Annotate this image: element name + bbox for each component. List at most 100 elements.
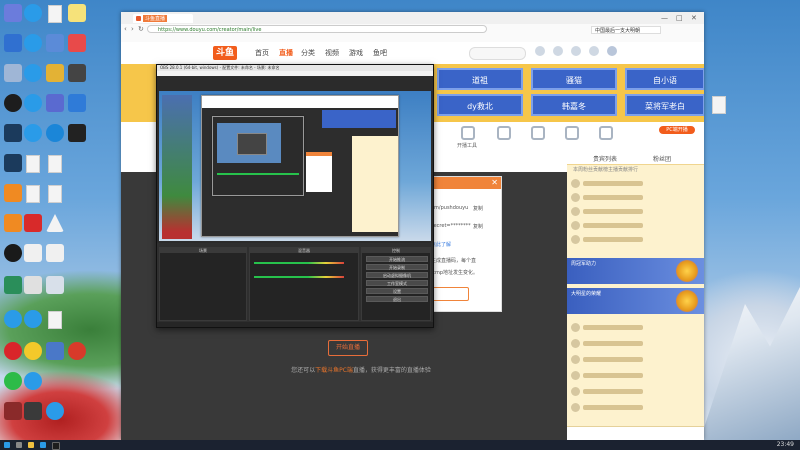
- banner-tile[interactable]: 道祖: [437, 68, 523, 90]
- netease-music-icon[interactable]: [4, 342, 22, 360]
- nav-video[interactable]: 视频: [325, 48, 339, 58]
- minimize-button[interactable]: —: [661, 14, 668, 22]
- back-icon[interactable]: ‹: [124, 25, 127, 33]
- learn-more-link[interactable]: 点此了解: [431, 241, 451, 248]
- warning-icon[interactable]: [46, 214, 64, 232]
- game-icon[interactable]: [497, 126, 511, 140]
- desktop-app-icon[interactable]: [24, 276, 42, 294]
- desktop-file-icon[interactable]: [26, 185, 40, 203]
- douyu-logo[interactable]: 斗鱼: [213, 46, 238, 60]
- nav-category[interactable]: 分类: [301, 48, 315, 58]
- confirm-button[interactable]: [431, 287, 469, 301]
- browser-tab[interactable]: 斗鱼直播: [133, 14, 193, 23]
- desktop-app-icon[interactable]: [4, 154, 22, 172]
- secondary-tab[interactable]: 中国最后一支大明朝: [591, 26, 661, 34]
- share-icon[interactable]: [531, 126, 545, 140]
- start-live-button[interactable]: 开始直播: [328, 340, 368, 356]
- start-recording-button[interactable]: 开始录制: [366, 264, 428, 270]
- copy-url-button[interactable]: 复制: [473, 205, 483, 212]
- desktop-app-icon[interactable]: [46, 342, 64, 360]
- desktop-app-icon[interactable]: [46, 94, 64, 112]
- maximize-button[interactable]: □: [676, 14, 683, 22]
- desktop-file-icon[interactable]: [712, 96, 726, 114]
- chat-input[interactable]: [567, 426, 704, 440]
- desktop-file-icon[interactable]: [48, 185, 62, 203]
- copy-key-button[interactable]: 复制: [473, 223, 483, 230]
- desktop-app-icon[interactable]: [4, 214, 22, 232]
- exit-button[interactable]: 退出: [366, 296, 428, 302]
- desktop-file-icon[interactable]: [48, 155, 62, 173]
- banner-tile[interactable]: 菜将军老白: [625, 94, 704, 116]
- virtual-camera-button[interactable]: 启动虚拟摄像机: [366, 272, 428, 278]
- desktop-app-icon[interactable]: [24, 214, 42, 232]
- settings-button[interactable]: 设置: [366, 288, 428, 294]
- start-streaming-button[interactable]: 开始推流: [366, 256, 428, 262]
- desktop-app-icon[interactable]: [46, 276, 64, 294]
- promo-card[interactable]: 周冠军助力: [567, 258, 704, 284]
- schedule-icon[interactable]: [461, 126, 475, 140]
- promo-card[interactable]: 大明星的荣耀: [567, 288, 704, 314]
- search-icon[interactable]: [16, 442, 22, 448]
- desktop-app-icon[interactable]: [68, 4, 86, 22]
- desktop-app-icon[interactable]: [4, 4, 22, 22]
- desktop-app-icon[interactable]: [68, 64, 86, 82]
- banner-tile[interactable]: dy救北: [437, 94, 523, 116]
- search-input[interactable]: [469, 47, 526, 60]
- steam-icon[interactable]: [4, 124, 22, 142]
- pc-live-badge[interactable]: PC端开播: [659, 126, 695, 134]
- desktop-file-icon[interactable]: [48, 311, 62, 329]
- refresh-icon[interactable]: ↻: [138, 25, 144, 33]
- banner-tile[interactable]: 骚猫: [531, 68, 617, 90]
- desktop-app-icon[interactable]: [4, 184, 22, 202]
- close-window-button[interactable]: ✕: [691, 14, 697, 22]
- edge-icon[interactable]: [46, 124, 64, 142]
- desktop-app-icon[interactable]: [4, 402, 22, 420]
- studio-mode-button[interactable]: 工作室模式: [366, 280, 428, 286]
- desktop-app-icon[interactable]: [46, 244, 64, 262]
- desktop-app-icon[interactable]: [24, 342, 42, 360]
- tab-vip-list[interactable]: 贵宾列表: [593, 154, 617, 163]
- forward-icon[interactable]: ›: [131, 25, 134, 33]
- desktop-app-icon[interactable]: [68, 94, 86, 112]
- clock-time[interactable]: 23:49: [777, 441, 794, 448]
- nav-home[interactable]: 首页: [255, 48, 269, 58]
- desktop-app-icon[interactable]: [24, 34, 42, 52]
- obs-taskbar-icon[interactable]: [52, 442, 60, 450]
- avatar[interactable]: [607, 46, 617, 56]
- desktop-app-icon[interactable]: [24, 124, 42, 142]
- file-explorer-icon[interactable]: [28, 442, 34, 448]
- desktop-app-icon[interactable]: [4, 34, 22, 52]
- desktop-app-icon[interactable]: [24, 244, 42, 262]
- obs-icon[interactable]: [4, 94, 22, 112]
- desktop-app-icon[interactable]: [24, 64, 42, 82]
- desktop-app-icon[interactable]: [68, 34, 86, 52]
- desktop-app-icon[interactable]: [46, 34, 64, 52]
- desktop-app-icon[interactable]: [24, 372, 42, 390]
- desktop-file-icon[interactable]: [26, 155, 40, 173]
- start-icon[interactable]: [4, 442, 10, 448]
- nav-game[interactable]: 游戏: [349, 48, 363, 58]
- tab-fan-club[interactable]: 粉丝团: [653, 154, 671, 163]
- desktop-app-icon[interactable]: [46, 64, 64, 82]
- desktop-app-icon[interactable]: [24, 4, 42, 22]
- close-icon[interactable]: ✕: [491, 178, 498, 187]
- desktop-app-icon[interactable]: [4, 310, 22, 328]
- desktop-app-icon[interactable]: [68, 342, 86, 360]
- follow-icon[interactable]: [553, 46, 563, 56]
- desktop-app-icon[interactable]: [24, 402, 42, 420]
- download-icon[interactable]: [571, 46, 581, 56]
- history-icon[interactable]: [535, 46, 545, 56]
- nav-yuba[interactable]: 鱼吧: [373, 48, 387, 58]
- message-icon[interactable]: [589, 46, 599, 56]
- banner-tile[interactable]: 韩嘉冬: [531, 94, 617, 116]
- download-pc-link[interactable]: 下载斗鱼PC端: [315, 367, 353, 374]
- qq-icon[interactable]: [4, 244, 22, 262]
- url-input[interactable]: https://www.douyu.com/creator/main/live: [147, 25, 487, 33]
- desktop-app-icon[interactable]: [46, 402, 64, 420]
- desktop-app-icon[interactable]: [4, 276, 22, 294]
- nav-live[interactable]: 直播: [279, 48, 293, 58]
- browser-taskbar-icon[interactable]: [40, 442, 46, 448]
- desktop-app-icon[interactable]: [4, 64, 22, 82]
- desktop-app-icon[interactable]: [68, 124, 86, 142]
- desktop-file-icon[interactable]: [48, 5, 62, 23]
